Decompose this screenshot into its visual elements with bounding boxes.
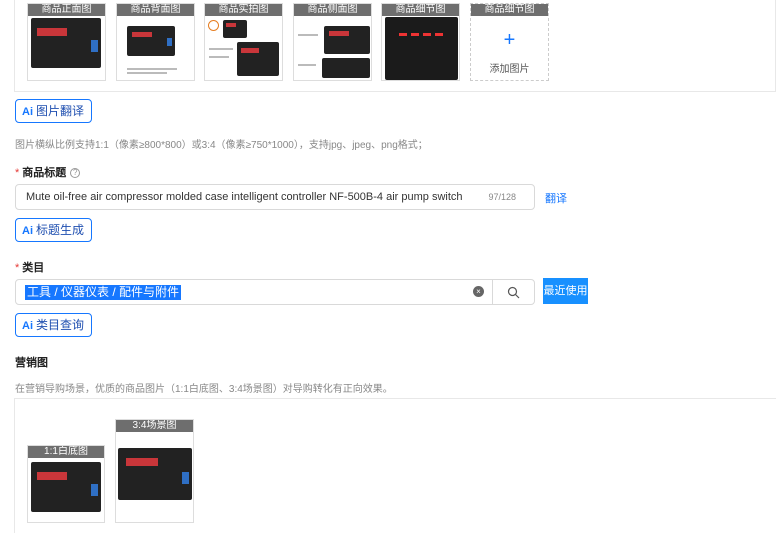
title-input-value: Mute oil-free air compressor molded case… (26, 191, 463, 203)
marketing-caption: 3:4场景图 (116, 420, 193, 432)
product-photo (322, 58, 370, 78)
thumb-caption: 商品背面图 (117, 4, 194, 16)
title-translate-link[interactable]: 翻译 (545, 190, 567, 206)
title-input[interactable]: Mute oil-free air compressor molded case… (15, 184, 535, 210)
thumb-front[interactable]: 商品正面图 (27, 3, 106, 81)
ai-icon: Ai (22, 320, 33, 332)
clear-icon[interactable]: × (473, 286, 484, 297)
ai-icon: Ai (22, 225, 33, 237)
product-photo (127, 26, 175, 56)
title-generate-button[interactable]: Ai 标题生成 (15, 218, 93, 242)
thumb-real[interactable]: 商品实拍图 (204, 3, 283, 81)
title-generate-label: 标题生成 (36, 223, 85, 237)
category-field-label: * 类目 (15, 259, 44, 275)
add-image-button[interactable]: 商品细节图 + 添加图片 (470, 3, 549, 81)
marketing-image-box: 1:1白底图 3:4场景图 (14, 398, 776, 533)
category-search-button[interactable] (492, 279, 535, 305)
title-field-label: * 商品标题? (15, 164, 81, 180)
marketing-caption: 1:1白底图 (28, 446, 104, 458)
plus-icon: + (503, 29, 516, 51)
required-mark: * (15, 167, 20, 179)
help-icon[interactable]: ? (70, 168, 81, 178)
product-photo (324, 26, 370, 54)
marketing-image-3x4[interactable]: 3:4场景图 (115, 419, 194, 523)
recent-used-button[interactable]: 最近使用 (543, 278, 588, 304)
search-icon (507, 286, 520, 299)
thumb-caption: 商品细节图 (382, 4, 459, 16)
image-translate-label: 图片翻译 (36, 104, 85, 118)
product-image-gallery: 商品正面图 商品背面图 商品实拍图 商品侧面图 商品细节图 商品细节图 + 添加… (14, 0, 776, 92)
product-photo (118, 448, 192, 500)
badge-icon (208, 20, 219, 31)
thumb-caption: 商品正面图 (28, 4, 105, 16)
thumb-side[interactable]: 商品侧面图 (293, 3, 372, 81)
category-selected-value: 工具 / 仪器仪表 / 配件与附件 (25, 285, 182, 300)
category-label-text: 类目 (22, 262, 45, 274)
required-mark: * (15, 262, 20, 274)
marketing-label: 营销图 (15, 357, 48, 369)
marketing-hint: 在营销导购场景，优质的商品图片（1:1白底图、3:4场景图）对导购转化有正向效果… (15, 384, 393, 395)
thumb-back[interactable]: 商品背面图 (116, 3, 195, 81)
product-photo (31, 462, 101, 512)
title-char-counter: 97/128 (488, 192, 516, 202)
title-label-text: 商品标题 (22, 167, 67, 179)
thumb-caption: 商品侧面图 (294, 4, 371, 16)
product-photo (223, 20, 247, 38)
category-input[interactable]: 工具 / 仪器仪表 / 配件与附件 × (15, 279, 493, 305)
product-photo (237, 42, 279, 76)
image-translate-button[interactable]: Ai 图片翻译 (15, 99, 93, 123)
thumb-caption: 商品实拍图 (205, 4, 282, 16)
add-image-label: 添加图片 (489, 64, 530, 75)
thumb-caption: 商品细节图 (471, 4, 548, 16)
product-photo (31, 18, 101, 68)
product-photo (385, 17, 458, 80)
marketing-image-1x1[interactable]: 1:1白底图 (27, 445, 105, 523)
ai-icon: Ai (22, 106, 33, 118)
category-query-button[interactable]: Ai 类目查询 (15, 313, 93, 337)
thumb-detail[interactable]: 商品细节图 (381, 3, 460, 81)
category-query-label: 类目查询 (36, 318, 85, 332)
image-format-hint: 图片横纵比例支持1:1（像素≥800*800）或3:4（像素≥750*1000）… (15, 140, 428, 151)
